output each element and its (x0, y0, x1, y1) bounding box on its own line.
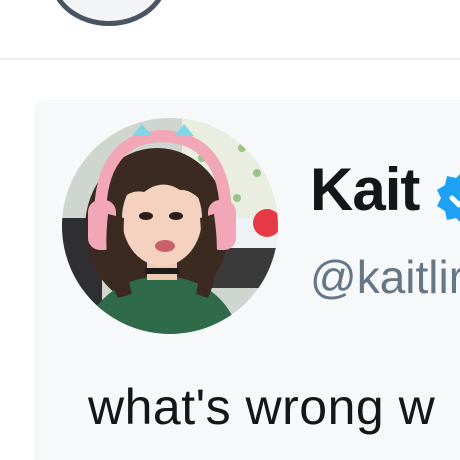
avatar[interactable] (62, 118, 278, 334)
display-name[interactable]: Kait (310, 160, 420, 220)
verified-badge-icon (434, 170, 460, 226)
previous-avatar-ring[interactable] (50, 0, 168, 26)
avatar-image (62, 118, 278, 334)
divider (0, 58, 460, 60)
tweet-text: what's wrong w (88, 379, 436, 435)
tweet-screenshot: Kait @kaitlir what's wrong w (0, 0, 460, 460)
user-handle[interactable]: @kaitlir (310, 254, 460, 300)
